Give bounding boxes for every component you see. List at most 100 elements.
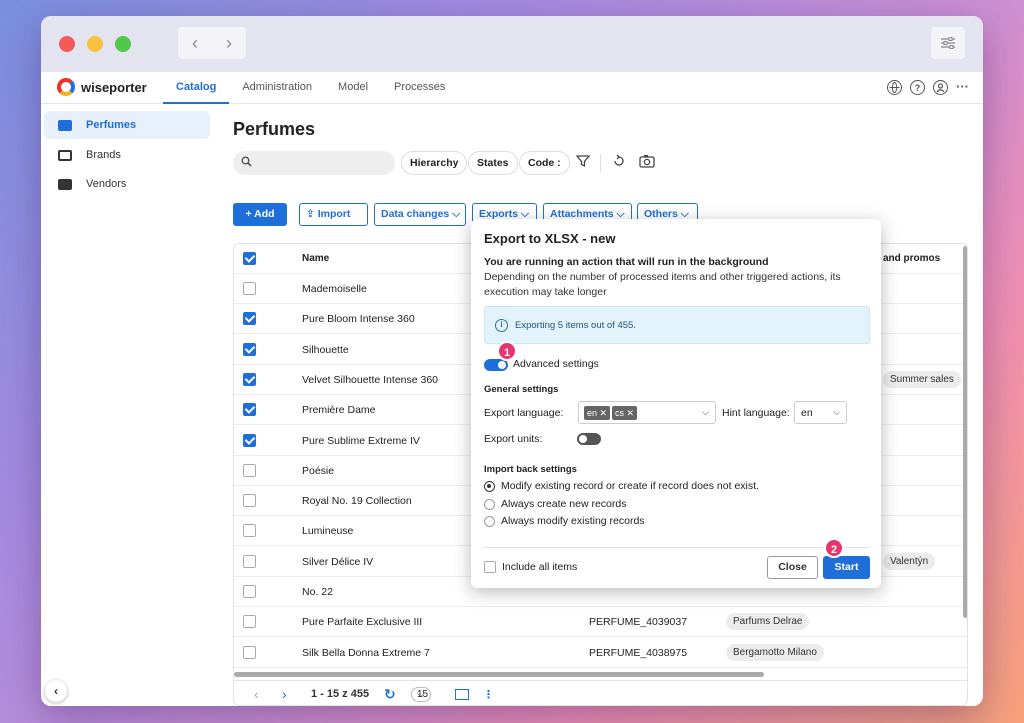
columns-icon[interactable] (455, 688, 469, 700)
info-icon: i (495, 319, 508, 332)
add-button[interactable]: + Add (233, 203, 287, 226)
sliders-icon[interactable] (931, 27, 965, 59)
filter-hierarchy[interactable]: Hierarchy (401, 151, 468, 175)
row-vendor-tag: Parfums Delrae (726, 613, 810, 631)
tab-catalog[interactable]: Catalog (163, 72, 230, 104)
page-size-select[interactable]: 15 ⌵ (411, 686, 431, 702)
start-button[interactable]: Start (823, 556, 870, 579)
radio-always-create[interactable] (484, 499, 495, 510)
export-language-select[interactable]: en ✕ cs ✕ ⌵ (578, 401, 716, 424)
row-checkbox[interactable] (243, 433, 256, 447)
radio-label: Always create new records (501, 498, 627, 510)
language-tag-cs[interactable]: cs ✕ (612, 406, 638, 420)
sidebar-item-brands[interactable]: Brands (44, 141, 210, 169)
row-name: Première Dame (302, 404, 376, 417)
tab-model[interactable]: Model (325, 72, 381, 104)
refresh-icon[interactable] (612, 154, 626, 171)
row-checkbox[interactable] (243, 312, 256, 326)
tab-processes[interactable]: Processes (381, 72, 458, 104)
hint-language-label: Hint language: (722, 407, 790, 419)
row-code: PERFUME_4039037 (589, 616, 688, 629)
row-checkbox[interactable] (243, 645, 256, 659)
row-name: Silhouette (302, 343, 349, 356)
row-name: Pure Parfaite Exclusive III (302, 616, 423, 629)
table-row[interactable]: Silk Bella Donna Extreme 7 PERFUME_403897… (234, 638, 967, 668)
hint-language-select[interactable]: en ⌵ (794, 401, 847, 424)
forward-icon[interactable]: › (212, 27, 246, 59)
include-all-checkbox[interactable] (484, 561, 496, 573)
row-checkbox[interactable] (243, 494, 256, 508)
back-icon[interactable]: ‹ (178, 27, 212, 59)
user-icon[interactable] (933, 80, 948, 95)
general-settings-heading: General settings (484, 384, 559, 395)
select-all-checkbox[interactable] (243, 252, 256, 265)
row-checkbox[interactable] (243, 342, 256, 356)
more-icon[interactable]: ··· (956, 80, 969, 95)
row-checkbox[interactable] (243, 554, 256, 568)
radio-label: Modify existing record or create if reco… (501, 480, 759, 492)
globe-icon[interactable] (887, 80, 902, 95)
chevron-down-icon: ⌵ (702, 407, 709, 417)
close-window-button[interactable] (59, 36, 75, 52)
close-button[interactable]: Close (767, 556, 818, 579)
search-input[interactable] (233, 151, 395, 175)
row-name: Velvet Silhouette Intense 360 (302, 373, 439, 386)
language-tag-label: en (587, 408, 598, 418)
export-units-toggle[interactable] (577, 433, 601, 445)
filter-states[interactable]: States (468, 151, 518, 175)
filter-code-suffix: : (557, 157, 561, 169)
camera-icon[interactable] (639, 154, 655, 171)
prev-page-icon[interactable]: ‹ (254, 686, 259, 702)
row-checkbox[interactable] (243, 463, 256, 477)
import-button[interactable]: ⇪ Import (299, 203, 368, 226)
next-page-icon[interactable]: › (282, 686, 287, 702)
column-name[interactable]: Name (302, 253, 329, 264)
vertical-scrollbar[interactable] (963, 246, 967, 618)
row-name: Pure Sublime Extreme IV (302, 434, 420, 447)
row-checkbox[interactable] (243, 585, 256, 598)
brand-name: wiseporter (81, 79, 147, 95)
more-vertical-icon[interactable]: ⋮ (483, 688, 494, 701)
upload-icon: ⇪ (306, 208, 318, 220)
dialog-title: Export to XLSX - new (484, 231, 616, 246)
toggle-knob (498, 361, 506, 369)
horizontal-scrollbar[interactable] (234, 672, 764, 677)
step-badge-1: 1 (497, 341, 517, 361)
sidebar-item-vendors[interactable]: Vendors (44, 170, 210, 198)
data-changes-button[interactable]: Data changes ⌵ (374, 203, 466, 226)
store-icon (58, 149, 72, 161)
radio-label: Always modify existing records (501, 515, 645, 527)
minimize-window-button[interactable] (87, 36, 103, 52)
dialog-description: Depending on the number of processed ite… (484, 271, 841, 298)
search-icon (241, 156, 252, 167)
sidebar-item-perfumes[interactable]: Perfumes (44, 111, 210, 139)
background-warning: You are running an action that will run … (484, 256, 769, 268)
maximize-window-button[interactable] (115, 36, 131, 52)
data-changes-label: Data changes (381, 208, 450, 220)
sidebar-item-label: Vendors (86, 178, 127, 190)
sidebar-item-label: Perfumes (86, 119, 137, 131)
row-checkbox[interactable] (243, 372, 256, 386)
folder-icon (58, 119, 72, 131)
export-units-label: Export units: (484, 433, 543, 445)
row-checkbox[interactable] (243, 615, 256, 629)
page-title: Perfumes (233, 119, 316, 139)
reload-icon[interactable]: ↻ (384, 686, 396, 703)
radio-always-modify[interactable] (484, 516, 495, 527)
row-checkbox[interactable] (243, 403, 256, 417)
help-icon[interactable]: ? (910, 80, 925, 95)
tab-administration[interactable]: Administration (229, 72, 325, 104)
row-promo-tag: Valentýn (883, 552, 936, 570)
filter-code[interactable]: Code : (519, 151, 570, 175)
column-promos[interactable]: and promos (883, 253, 940, 264)
toggle-knob (579, 435, 587, 443)
row-checkbox[interactable] (243, 524, 256, 538)
language-tag-en[interactable]: en ✕ (584, 406, 611, 420)
page-size-value: 15 (417, 688, 429, 700)
row-checkbox[interactable] (243, 282, 256, 295)
radio-modify-or-create[interactable] (484, 481, 495, 492)
collapse-sidebar-icon[interactable]: ‹ (45, 680, 67, 702)
brand-logo[interactable]: wiseporter (57, 78, 147, 96)
table-row[interactable]: Pure Parfaite Exclusive III PERFUME_40390… (234, 607, 967, 638)
filter-icon[interactable] (575, 154, 591, 171)
